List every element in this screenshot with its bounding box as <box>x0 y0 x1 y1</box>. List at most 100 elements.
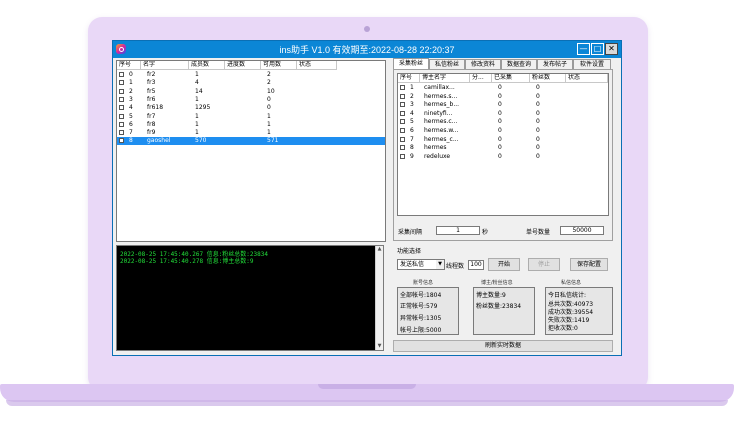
col-header-available[interactable]: 可用数 <box>261 61 297 70</box>
interval-unit-label: 秒 <box>482 229 489 236</box>
table-row[interactable]: 1 camillax... 0 0 <box>398 84 608 92</box>
table-row[interactable]: 8 hermes 0 0 <box>398 144 608 152</box>
cell-fans: 0 <box>536 118 540 126</box>
table-row[interactable]: 4 fr618 1295 0 <box>117 104 385 112</box>
row-checkbox[interactable] <box>119 96 124 102</box>
function-label: 功能选择 <box>397 248 422 255</box>
cell-idx: 4 <box>410 109 414 117</box>
cell-idx: 4 <box>129 104 133 112</box>
tab-edit-profile[interactable]: 修改资料 <box>465 59 501 69</box>
cell-collected: 0 <box>498 144 502 152</box>
cell-available: 2 <box>267 79 271 87</box>
row-checkbox[interactable] <box>400 145 405 151</box>
table-row[interactable]: 4 ninetyfi... 0 0 <box>398 110 608 118</box>
title-bar[interactable]: ins助手 V1.0 有效期至:2022-08-28 22:20:37 — □ … <box>113 41 621 58</box>
table-row[interactable]: 8 gaoshel 570 571 <box>117 137 385 146</box>
window-title: ins助手 V1.0 有效期至:2022-08-28 22:20:37 <box>279 45 455 55</box>
log-scrollbar[interactable]: ▲ ▼ <box>375 246 383 350</box>
threads-input[interactable]: 100 <box>468 260 484 270</box>
single-count-input[interactable]: 50000 <box>560 226 604 235</box>
scroll-down-icon[interactable]: ▼ <box>376 343 383 350</box>
col-header-status[interactable]: 状态 <box>566 74 608 83</box>
tab-publish-post[interactable]: 发布帖子 <box>537 59 573 69</box>
table-row[interactable]: 0 fr2 1 2 <box>117 71 385 79</box>
table-row[interactable]: 6 hermes.w... 0 0 <box>398 127 608 135</box>
row-checkbox[interactable] <box>119 130 124 136</box>
table-row[interactable]: 3 hermes_b... 0 0 <box>398 101 608 109</box>
row-checkbox[interactable] <box>119 138 124 144</box>
cell-members: 1 <box>195 71 199 78</box>
cell-name: ninetyfi... <box>424 109 453 117</box>
row-checkbox[interactable] <box>119 80 124 86</box>
scroll-up-icon[interactable]: ▲ <box>376 246 383 253</box>
tab-data-query[interactable]: 数据查询 <box>501 59 537 69</box>
col-header-status[interactable]: 状态 <box>297 61 337 70</box>
maximize-button[interactable]: □ <box>591 43 604 55</box>
row-checkbox[interactable] <box>400 93 405 99</box>
table-row[interactable]: 7 fr9 1 1 <box>117 129 385 137</box>
row-checkbox[interactable] <box>400 128 405 133</box>
tab-dm-fans[interactable]: 私信粉丝 <box>429 59 465 69</box>
cell-name: hermes.c... <box>424 118 458 126</box>
account-normal: 正常帐号:579 <box>400 303 438 310</box>
fans-count: 粉丝数量:23834 <box>476 303 522 310</box>
cell-available: 0 <box>267 95 271 103</box>
close-button[interactable]: ✕ <box>605 43 618 55</box>
cell-available: 1 <box>267 129 271 137</box>
account-list[interactable]: 序号 名字 成员数 进度数 可用数 状态 0 fr2 1 2 1 fr3 4 2 2 fr5 14 1… <box>116 60 386 242</box>
cell-collected: 0 <box>498 109 502 117</box>
table-row[interactable]: 2 hermes.s... 0 0 <box>398 93 608 101</box>
col-header-fen[interactable]: 分... <box>470 74 492 83</box>
col-header-members[interactable]: 成员数 <box>189 61 225 70</box>
cell-name: fr5 <box>147 87 156 95</box>
row-checkbox[interactable] <box>400 153 405 159</box>
row-checkbox[interactable] <box>119 121 124 127</box>
row-checkbox[interactable] <box>400 85 405 90</box>
row-checkbox[interactable] <box>400 136 405 142</box>
tab-collect-fans[interactable]: 采集粉丝 <box>393 58 429 69</box>
interval-label: 采集间隔 <box>398 229 423 236</box>
row-checkbox[interactable] <box>400 110 405 116</box>
col-header-index[interactable]: 序号 <box>398 74 420 83</box>
row-checkbox[interactable] <box>119 88 124 94</box>
row-checkbox[interactable] <box>119 113 124 119</box>
log-line: 2022-08-25 17:45:40.278 信息:博主总数:9 <box>120 258 254 265</box>
save-config-button[interactable]: 保存配置 <box>570 258 608 271</box>
table-row[interactable]: 6 fr8 1 1 <box>117 121 385 129</box>
col-header-name[interactable]: 名字 <box>141 61 189 70</box>
table-row[interactable]: 5 fr7 1 1 <box>117 113 385 121</box>
minimize-button[interactable]: — <box>577 43 590 55</box>
row-checkbox[interactable] <box>119 105 124 111</box>
cell-fans: 0 <box>536 109 540 117</box>
start-button[interactable]: 开始 <box>488 258 520 271</box>
table-row[interactable]: 1 fr3 4 2 <box>117 79 385 87</box>
col-header-blogger-name[interactable]: 博主名字 <box>420 74 470 83</box>
row-checkbox[interactable] <box>119 72 124 77</box>
col-header-collected[interactable]: 已采集 <box>492 74 530 83</box>
table-row[interactable]: 5 hermes.c... 0 0 <box>398 118 608 126</box>
col-header-fans[interactable]: 粉丝数 <box>530 74 566 83</box>
cell-name: hermes <box>424 144 447 152</box>
stop-button[interactable]: 停止 <box>528 258 560 271</box>
tab-settings[interactable]: 软件设置 <box>573 59 611 69</box>
cell-collected: 0 <box>498 118 502 126</box>
table-row[interactable]: 9 redeluxe 0 0 <box>398 153 608 161</box>
cell-idx: 9 <box>410 152 414 160</box>
cell-name: fr3 <box>147 79 156 87</box>
cell-name: hermes_c... <box>424 135 459 143</box>
function-select[interactable]: 发送私信 ▼ <box>397 259 445 270</box>
table-row[interactable]: 2 fr5 14 10 <box>117 88 385 96</box>
col-header-progress[interactable]: 进度数 <box>225 61 261 70</box>
interval-input[interactable]: 1 <box>436 226 480 235</box>
table-row[interactable]: 7 hermes_c... 0 0 <box>398 136 608 144</box>
col-header-index[interactable]: 序号 <box>117 61 141 70</box>
row-checkbox[interactable] <box>400 119 405 125</box>
row-checkbox[interactable] <box>400 102 405 108</box>
cell-collected: 0 <box>498 135 502 143</box>
blogger-list[interactable]: 序号 博主名字 分... 已采集 粉丝数 状态 1 camillax... 0 0 2 h… <box>397 73 609 216</box>
cell-name: camillax... <box>424 84 455 91</box>
table-row[interactable]: 3 fr6 1 0 <box>117 96 385 104</box>
refresh-data-button[interactable]: 刷新实时数据 <box>393 340 613 352</box>
cell-idx: 2 <box>410 92 414 100</box>
camera-icon <box>364 26 370 32</box>
